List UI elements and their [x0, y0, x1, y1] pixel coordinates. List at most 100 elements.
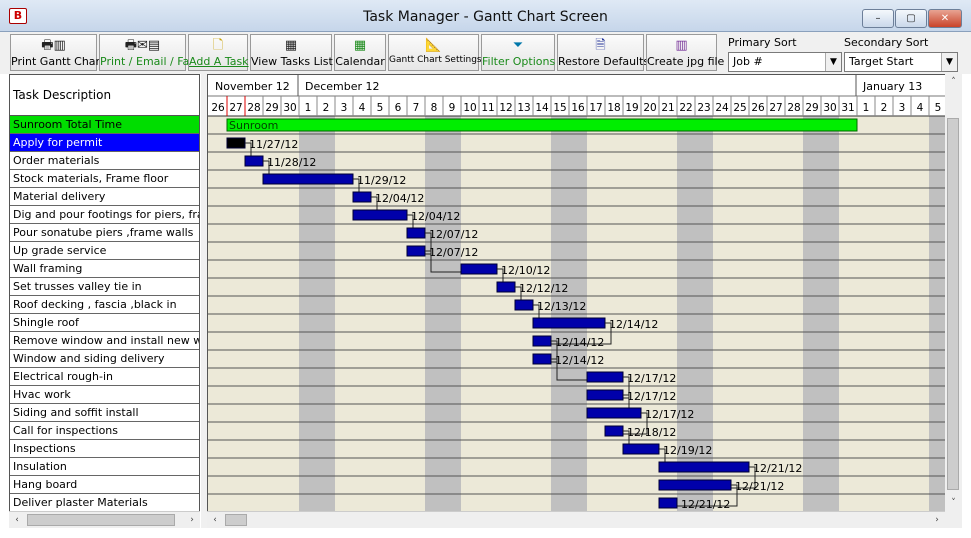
day-label: 2: [881, 102, 888, 114]
month-label: January 13: [862, 80, 922, 93]
scroll-thumb[interactable]: [27, 514, 175, 526]
close-button[interactable]: ✕: [928, 9, 962, 28]
task-row[interactable]: Insulation: [10, 458, 199, 476]
day-label: 26: [751, 102, 765, 114]
task-row[interactable]: Hvac work: [10, 386, 199, 404]
chart-hscrollbar[interactable]: ‹ ›: [207, 511, 945, 528]
task-bar-date: 12/19/12: [663, 444, 712, 457]
day-label: 26: [211, 102, 225, 114]
task-bar-date: 12/04/12: [411, 210, 460, 223]
print-gantt-chart-label: Print Gantt Chart: [11, 55, 105, 68]
day-label: 20: [643, 102, 656, 114]
summary-task-row[interactable]: Sunroom Total Time: [10, 116, 199, 134]
chevron-down-icon[interactable]: ▼: [941, 53, 957, 71]
add-task-button[interactable]: 🗋 Add A Task: [188, 34, 249, 71]
task-bar-date: 12/14/12: [555, 336, 604, 349]
day-label: 15: [553, 102, 566, 114]
scroll-down-icon[interactable]: ˅: [945, 495, 962, 511]
task-bar: [604, 425, 624, 437]
day-label: 30: [823, 102, 836, 114]
maximize-button[interactable]: ▢: [895, 9, 927, 28]
chart-vscrollbar[interactable]: ˄ ˅: [945, 74, 962, 512]
window-title: Task Manager - Gantt Chart Screen: [363, 9, 608, 25]
view-tasks-list-button[interactable]: ▦ View Tasks List: [250, 34, 333, 71]
task-row[interactable]: Order materials: [10, 152, 199, 170]
task-bar-date: 12/18/12: [627, 426, 676, 439]
task-bar: [622, 443, 660, 455]
secondary-sort-value: Target Start: [849, 55, 914, 68]
scroll-thumb[interactable]: [947, 118, 959, 490]
day-label: 12: [499, 102, 512, 114]
primary-sort-select[interactable]: Job # ▼: [728, 52, 842, 72]
task-bar: [226, 137, 246, 149]
task-row[interactable]: Wall framing: [10, 260, 199, 278]
filter-icon: ⏷: [512, 38, 524, 53]
task-row[interactable]: Deliver plaster Materials: [10, 494, 199, 512]
task-row[interactable]: Call for inspections: [10, 422, 199, 440]
gantt-chart-area[interactable]: November 12 December 12 January 13 26 27 28 29…: [207, 74, 945, 512]
printer-icon: 🖶▥: [41, 38, 66, 53]
calendar-button[interactable]: ▦ Calendar: [334, 34, 386, 71]
task-bar: [496, 281, 516, 293]
day-label: 6: [395, 102, 402, 114]
filter-options-button[interactable]: ⏷ Filter Options: [481, 34, 555, 71]
chevron-down-icon[interactable]: ▼: [825, 53, 841, 71]
restore-icon: 🗎: [595, 38, 606, 53]
scroll-right-icon[interactable]: ›: [184, 512, 200, 528]
task-bar: [586, 371, 624, 383]
task-list-hscrollbar[interactable]: ‹ ›: [9, 511, 200, 528]
task-row[interactable]: Hang board: [10, 476, 199, 494]
print-gantt-chart-button[interactable]: 🖶▥ Print Gantt Chart: [10, 34, 105, 71]
task-bar-date: 12/10/12: [501, 264, 550, 277]
task-row[interactable]: Window and siding delivery: [10, 350, 199, 368]
task-row[interactable]: Pour sonatube piers ,frame walls: [10, 224, 199, 242]
task-row[interactable]: Up grade service: [10, 242, 199, 260]
day-label: 18: [607, 102, 620, 114]
day-label: 1: [305, 102, 312, 114]
task-row[interactable]: Stock materials, Frame floor: [10, 170, 199, 188]
task-row[interactable]: Inspections: [10, 440, 199, 458]
secondary-sort-select[interactable]: Target Start ▼: [844, 52, 958, 72]
scroll-right-icon[interactable]: ›: [929, 512, 945, 528]
summary-bar-label: Sunroom: [229, 119, 278, 132]
task-bar-date: 12/07/12: [429, 228, 478, 241]
task-bar-date: 12/21/12: [753, 462, 802, 475]
task-bar-date: 12/17/12: [627, 390, 676, 403]
day-label: 16: [571, 102, 585, 114]
month-label: November 12: [215, 80, 290, 93]
day-label: 25: [733, 102, 746, 114]
print-email-fax-button[interactable]: 🖶✉▤ Print / Email / Fax: [99, 34, 196, 71]
scroll-left-icon[interactable]: ‹: [207, 512, 223, 528]
day-label: 13: [517, 102, 530, 114]
create-jpg-button[interactable]: ▥ Create jpg file: [646, 34, 724, 71]
scroll-thumb[interactable]: [225, 514, 247, 526]
task-row[interactable]: Electrical rough-in: [10, 368, 199, 386]
day-label: 5: [935, 102, 942, 114]
task-row[interactable]: Dig and pour footings for piers, fram...: [10, 206, 199, 224]
task-description-header: Task Description: [10, 75, 199, 116]
task-bar-date: 12/17/12: [645, 408, 694, 421]
restore-defaults-button[interactable]: 🗎 Restore Defaults: [557, 34, 649, 71]
task-row[interactable]: Material delivery: [10, 188, 199, 206]
day-label: 24: [715, 102, 729, 114]
day-label: 8: [431, 102, 438, 114]
task-row[interactable]: Shingle roof: [10, 314, 199, 332]
minimize-button[interactable]: –: [862, 9, 894, 28]
task-bar: [406, 245, 426, 257]
task-row[interactable]: Remove window and install new wi...: [10, 332, 199, 350]
gantt-chart: November 12 December 12 January 1326 27 28 29…: [208, 75, 945, 512]
task-row[interactable]: Roof decking , fascia ,black in: [10, 296, 199, 314]
day-label: 27: [769, 102, 782, 114]
scroll-up-icon[interactable]: ˄: [945, 74, 962, 90]
task-bar-date: 12/21/12: [735, 480, 784, 493]
task-bar-date: 12/07/12: [429, 246, 478, 259]
day-label: 5: [377, 102, 384, 114]
task-row[interactable]: Apply for permit: [10, 134, 199, 152]
scroll-left-icon[interactable]: ‹: [9, 512, 25, 528]
secondary-sort-label: Secondary Sort: [844, 36, 929, 49]
task-row[interactable]: Set trusses valley tie in: [10, 278, 199, 296]
title-bar: B Task Manager - Gantt Chart Screen – ▢ …: [0, 0, 971, 32]
gantt-chart-settings-button[interactable]: 📐 Gantt Chart Settings: [388, 34, 482, 71]
task-row[interactable]: Siding and soffit install: [10, 404, 199, 422]
settings-icon: 📐: [425, 38, 442, 53]
